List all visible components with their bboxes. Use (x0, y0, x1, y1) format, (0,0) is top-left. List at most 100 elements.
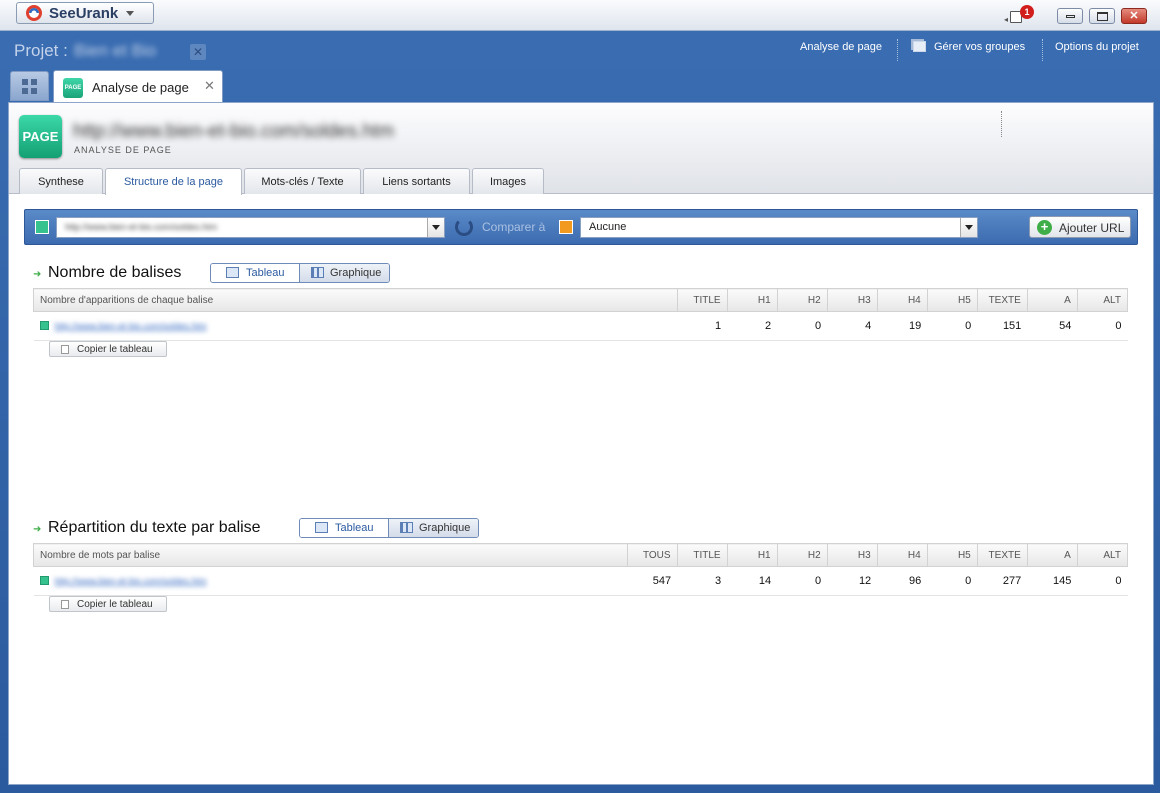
column-header: H5 (926, 288, 978, 312)
column-header: H3 (826, 288, 878, 312)
row-url-link[interactable]: http://www.bien-et-bio.com/soldes.htm (55, 321, 207, 331)
url-color-swatch (39, 321, 49, 330)
table-header-row: Nombre d'apparitions de chaque balise TI… (33, 288, 1129, 312)
cell-value: 4 (827, 311, 878, 341)
table-repartition: Nombre de mots par balise TOUS TITLE H1 … (33, 543, 1129, 596)
toggle-tableau-label: Tableau (246, 267, 285, 279)
compare-select[interactable]: Aucune (580, 217, 978, 238)
column-header: TITLE (676, 543, 728, 567)
notification-badge: 1 (1020, 5, 1034, 19)
tab-label: Analyse de page (92, 80, 189, 95)
column-header: H5 (926, 543, 978, 567)
toggle-graphique[interactable]: Graphique (389, 519, 478, 537)
column-header: H4 (876, 288, 928, 312)
cell-value: 2 (727, 311, 778, 341)
page-header: PAGE http://www.bien-et-bio.com/soldes.h… (9, 103, 1153, 195)
tab-images[interactable]: Images (472, 168, 544, 194)
column-header: Nombre de mots par balise (33, 543, 628, 567)
minimize-button[interactable] (1057, 8, 1083, 24)
cell-value: 12 (827, 566, 878, 596)
row-url-cell: http://www.bien-et-bio.com/soldes.htm (33, 566, 628, 596)
project-name: Bien et Bio (74, 41, 157, 60)
cell-value: 0 (1077, 566, 1128, 596)
link-gerer-groupes[interactable]: Gérer vos groupes (913, 41, 1025, 53)
dropdown-arrow-icon[interactable] (427, 218, 444, 237)
minimize-icon (1066, 15, 1075, 18)
toggle-graphique-label: Graphique (330, 267, 382, 279)
cell-value: 0 (777, 566, 828, 596)
cell-value: 19 (877, 311, 928, 341)
compare-select-value: Aucune (589, 221, 627, 233)
close-project-button[interactable]: ✕ (190, 44, 206, 60)
main-panel: PAGE http://www.bien-et-bio.com/soldes.h… (8, 102, 1154, 785)
maximize-button[interactable] (1089, 8, 1115, 24)
tab-synthese[interactable]: Synthese (19, 168, 103, 194)
page-icon: PAGE (63, 78, 83, 98)
project-bar: Projet : Bien et Bio ✕ Analyse de page G… (0, 31, 1160, 71)
row-url-link[interactable]: http://www.bien-et-bio.com/soldes.htm (55, 576, 207, 586)
divider (897, 39, 898, 61)
table-balises: Nombre d'apparitions de chaque balise TI… (33, 288, 1129, 341)
toggle-graphique-label: Graphique (419, 522, 471, 534)
maximize-icon (1097, 12, 1108, 21)
cell-value: 3 (677, 566, 728, 596)
url-color-swatch (39, 576, 49, 585)
url-color-swatch (35, 220, 49, 234)
toggle-graphique[interactable]: Graphique (300, 264, 389, 282)
page-icon: PAGE (19, 115, 62, 158)
close-icon: ✕ (192, 45, 204, 59)
tab-analyse-de-page[interactable]: PAGE Analyse de page ✕ (53, 70, 223, 103)
arrow-right-icon: ➜ (33, 524, 42, 535)
tab-structure[interactable]: Structure de la page (105, 168, 242, 195)
cell-value: 14 (727, 566, 778, 596)
column-header: TOUS (626, 543, 678, 567)
seeurank-logo-icon (26, 5, 42, 21)
plus-icon: + (1037, 220, 1052, 235)
row-url-cell: http://www.bien-et-bio.com/soldes.htm (33, 311, 678, 341)
close-tab-button[interactable]: ✕ (204, 78, 215, 94)
arrow-right-icon: ➜ (33, 269, 42, 280)
column-header: A (1026, 543, 1078, 567)
toggle-tableau[interactable]: Tableau (300, 519, 389, 537)
arrow-left-icon: ◂ (1004, 15, 1009, 24)
url-select[interactable]: http://www.bien-et-bio.com/soldes.htm (56, 217, 445, 238)
section-title-repartition: Répartition du texte par balise (48, 519, 261, 536)
section-title-balises: Nombre de balises (48, 264, 182, 281)
copy-icon (61, 345, 69, 354)
bar-chart-icon (400, 522, 413, 533)
column-header: TITLE (676, 288, 728, 312)
column-header: ALT (1076, 543, 1129, 567)
add-url-button[interactable]: + Ajouter URL (1029, 216, 1131, 238)
cell-value: 151 (977, 311, 1028, 341)
link-analyse-de-page[interactable]: Analyse de page (800, 41, 882, 53)
copy-table-button[interactable]: Copier le tableau (49, 341, 167, 357)
close-icon: ✕ (1129, 10, 1139, 22)
dropdown-arrow-icon[interactable] (960, 218, 977, 237)
compare-label: Comparer à (482, 220, 546, 234)
column-header: H2 (776, 543, 828, 567)
table-row: http://www.bien-et-bio.com/soldes.htm 54… (33, 566, 1128, 596)
toggle-tableau[interactable]: Tableau (211, 264, 300, 282)
copy-table-button[interactable]: Copier le tableau (49, 596, 167, 612)
notifications-button[interactable]: ◂ 1 (1004, 5, 1034, 26)
app-name: SeeUrank (49, 4, 119, 22)
close-window-button[interactable]: ✕ (1121, 8, 1147, 24)
chevron-down-icon (126, 10, 135, 16)
column-header: H1 (726, 543, 778, 567)
copy-table-label: Copier le tableau (77, 599, 153, 610)
refresh-icon[interactable] (455, 218, 473, 236)
app-menu-button[interactable]: SeeUrank (16, 2, 154, 24)
compare-color-swatch (559, 220, 573, 234)
copy-icon (61, 600, 69, 609)
cell-value: 0 (927, 566, 978, 596)
column-header: Nombre d'apparitions de chaque balise (33, 288, 678, 312)
cell-value: 0 (777, 311, 828, 341)
project-label: Projet : (14, 41, 68, 60)
bar-chart-icon (311, 267, 324, 278)
tab-liens-sortants[interactable]: Liens sortants (363, 168, 470, 194)
home-tab[interactable] (10, 71, 49, 101)
table-icon (315, 522, 328, 533)
link-options-projet[interactable]: Options du projet (1055, 41, 1139, 53)
column-header: TEXTE (976, 288, 1028, 312)
tab-mots-cles[interactable]: Mots-clés / Texte (244, 168, 361, 194)
